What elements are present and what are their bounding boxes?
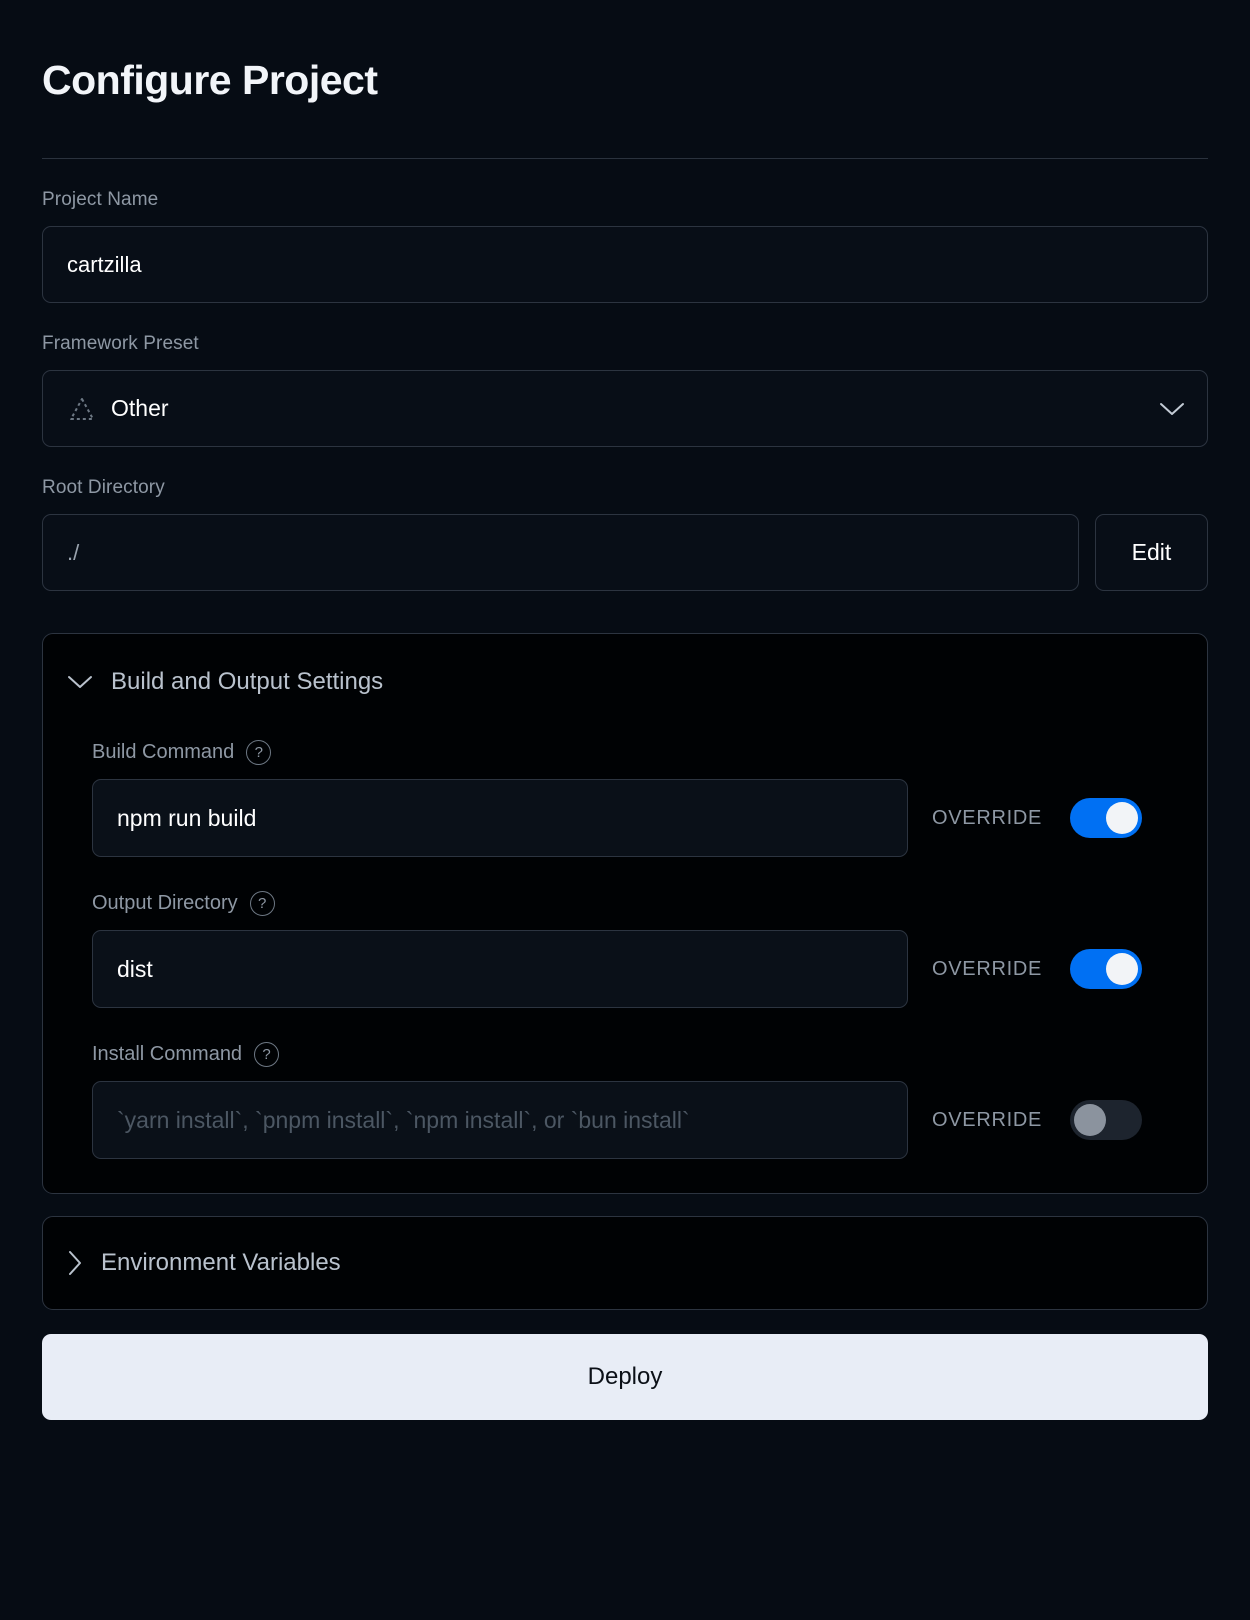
title-divider <box>42 158 1208 160</box>
build-command-override-toggle[interactable] <box>1070 798 1143 839</box>
chevron-down-icon[interactable] <box>1159 401 1185 417</box>
deploy-button[interactable]: Deploy <box>42 1334 1208 1421</box>
chevron-right-icon[interactable] <box>67 1250 83 1276</box>
build-command-field: Build Command ? npm run build OVERRIDE <box>67 740 1183 858</box>
root-directory-label: Root Directory <box>42 477 165 499</box>
toggle-knob <box>1106 953 1139 986</box>
framework-preset-value: Other <box>111 395 169 422</box>
output-directory-label-row: Output Directory ? <box>67 891 1183 917</box>
install-command-label: Install Command <box>92 1043 243 1066</box>
output-directory-row: dist OVERRIDE <box>67 930 1183 1009</box>
output-directory-input[interactable]: dist <box>92 930 908 1009</box>
build-command-input[interactable]: npm run build <box>92 779 908 858</box>
install-command-override-toggle[interactable] <box>1070 1100 1143 1141</box>
project-name-field: Project Name cartzilla <box>42 189 1208 304</box>
edit-root-directory-button[interactable]: Edit <box>1095 514 1208 592</box>
install-command-input[interactable]: `yarn install`, `pnpm install`, `npm ins… <box>92 1081 908 1160</box>
project-name-input[interactable]: cartzilla <box>42 226 1208 304</box>
install-command-override-label: OVERRIDE <box>932 1108 1043 1131</box>
root-directory-field: Root Directory ./ Edit <box>42 477 1208 592</box>
help-circle-icon[interactable]: ? <box>254 1042 280 1068</box>
dashed-triangle-icon <box>67 394 97 424</box>
build-and-output-settings-panel: Build and Output Settings Build Command … <box>42 633 1208 1195</box>
output-directory-override-toggle[interactable] <box>1070 949 1143 990</box>
build-command-label: Build Command <box>92 741 235 764</box>
build-command-override-label: OVERRIDE <box>932 806 1043 829</box>
toggle-knob <box>1106 802 1139 835</box>
environment-variables-title: Environment Variables <box>101 1249 341 1277</box>
toggle-knob <box>1074 1104 1107 1137</box>
framework-preset-label: Framework Preset <box>42 333 199 355</box>
output-directory-label: Output Directory <box>92 892 238 915</box>
configure-project-page: Configure Project Project Name cartzilla… <box>0 0 1250 1620</box>
root-directory-row: ./ Edit <box>42 514 1208 592</box>
root-directory-input[interactable]: ./ <box>42 514 1079 592</box>
page-title: Configure Project <box>42 57 378 103</box>
build-settings-title: Build and Output Settings <box>111 668 384 696</box>
help-circle-icon[interactable]: ? <box>249 891 275 917</box>
project-name-label: Project Name <box>42 189 159 211</box>
framework-preset-select[interactable]: Other <box>42 370 1208 448</box>
chevron-down-icon[interactable] <box>67 674 93 690</box>
build-settings-header[interactable]: Build and Output Settings <box>67 662 1183 706</box>
framework-preset-field: Framework Preset Other <box>42 333 1208 448</box>
build-command-label-row: Build Command ? <box>67 740 1183 766</box>
build-command-row: npm run build OVERRIDE <box>67 779 1183 858</box>
help-circle-icon[interactable]: ? <box>246 740 272 766</box>
install-command-row: `yarn install`, `pnpm install`, `npm ins… <box>67 1081 1183 1160</box>
install-command-field: Install Command ? `yarn install`, `pnpm … <box>67 1042 1183 1160</box>
output-directory-override-label: OVERRIDE <box>932 957 1043 980</box>
environment-variables-row[interactable]: Environment Variables <box>42 1216 1208 1311</box>
install-command-label-row: Install Command ? <box>67 1042 1183 1068</box>
output-directory-field: Output Directory ? dist OVERRIDE <box>67 891 1183 1009</box>
